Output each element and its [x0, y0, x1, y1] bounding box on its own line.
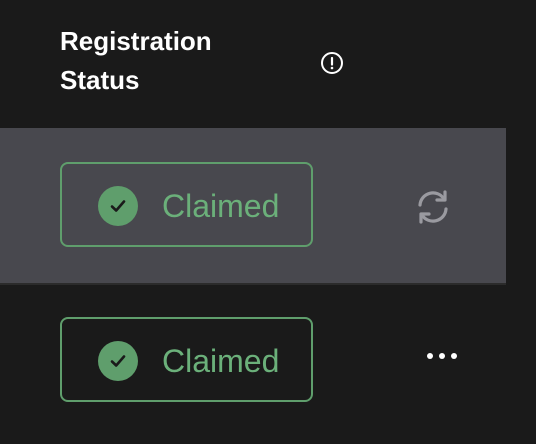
more-horizontal-icon[interactable]: [424, 349, 460, 363]
table-row[interactable]: Claimed: [0, 128, 506, 283]
column-header-title: Registration Status: [60, 22, 280, 100]
status-badge-label: Claimed: [162, 343, 280, 379]
table-row[interactable]: Claimed: [0, 283, 506, 438]
check-circle-icon: [98, 186, 138, 226]
refresh-icon[interactable]: [412, 186, 454, 228]
status-badge: Claimed: [60, 317, 313, 402]
registration-status-panel: Registration Status Claimed Claimed: [0, 0, 536, 444]
check-circle-icon: [98, 341, 138, 381]
status-badge-label: Claimed: [162, 188, 280, 224]
info-circle-icon[interactable]: [320, 51, 344, 75]
column-header-title-line1: Registration: [60, 26, 212, 56]
status-badge: Claimed: [60, 162, 313, 247]
column-header-title-line2: Status: [60, 65, 140, 95]
column-header: Registration Status: [0, 0, 536, 128]
